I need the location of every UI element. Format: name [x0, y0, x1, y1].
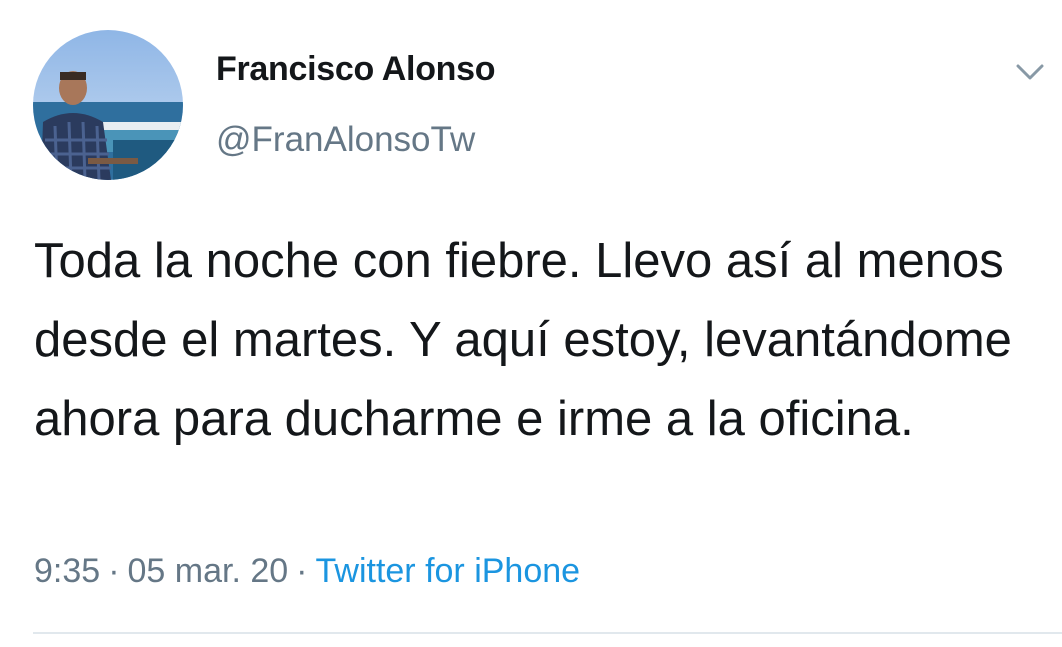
author-name[interactable]: Francisco Alonso	[216, 50, 496, 89]
tweet-time[interactable]: 9:35	[34, 552, 100, 590]
tweet-source-link[interactable]: Twitter for iPhone	[316, 552, 581, 590]
meta-separator: ·	[108, 552, 120, 590]
author-handle[interactable]: @FranAlonsoTw	[216, 120, 475, 160]
tweet-date[interactable]: 05 mar. 20	[128, 552, 289, 590]
divider	[33, 632, 1062, 634]
meta-separator: ·	[296, 552, 308, 590]
tweet-text: Toda la noche con fiebre. Llevo así al m…	[34, 234, 1012, 446]
tweet: Francisco Alonso @FranAlonsoTw Toda la n…	[0, 0, 1062, 647]
avatar[interactable]	[33, 30, 183, 180]
tweet-meta: 9:35 · 05 mar. 20 · Twitter for iPhone	[34, 552, 580, 591]
profile-photo	[33, 30, 183, 180]
chevron-down-icon[interactable]	[1012, 58, 1048, 86]
